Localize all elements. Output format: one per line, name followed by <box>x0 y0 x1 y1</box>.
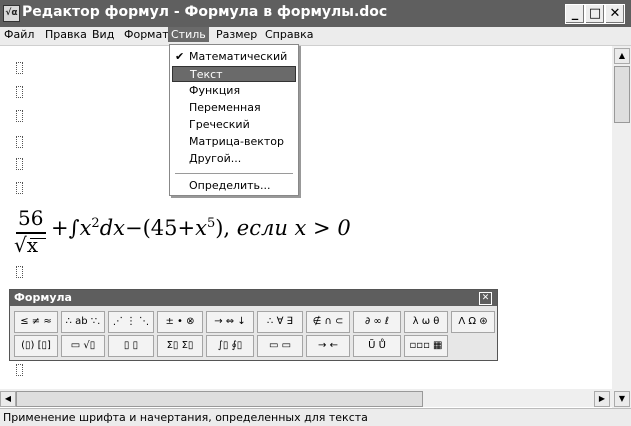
close-button[interactable]: ✕ <box>605 4 625 24</box>
formula-part: ), <box>215 216 237 240</box>
logic-palette-button[interactable]: ∴ ∀ ∃ <box>257 311 303 333</box>
formula[interactable]: 56 √x +∫x2dx−(45+x5), если x > 0 <box>14 206 351 264</box>
minimize-button[interactable]: _ <box>565 4 585 24</box>
fraction-denominator: √x <box>14 233 39 257</box>
matrices-palette-button[interactable]: ▫▫▫ ▦ <box>404 335 448 357</box>
set-theory-palette-button[interactable]: ∉ ∩ ⊂ <box>306 311 350 333</box>
condition: x > 0 <box>287 216 351 240</box>
vertical-scroll-thumb[interactable] <box>614 66 630 123</box>
menu-help[interactable]: Справка <box>265 28 313 41</box>
horizontal-scroll-thumb[interactable] <box>16 391 423 407</box>
bars-palette-button[interactable]: ▭ ▭ <box>257 335 303 357</box>
formula-part: −(45+ <box>124 216 196 240</box>
vertical-scrollbar[interactable]: ▲ ▼ <box>612 46 631 410</box>
menu-file[interactable]: Файл <box>4 28 34 41</box>
empty-slot[interactable] <box>16 136 23 148</box>
style-math-item[interactable]: ✔ Математический <box>172 49 296 65</box>
differential: dx <box>99 216 125 240</box>
palette-title-bar[interactable]: Формула ✕ <box>10 290 497 306</box>
style-matrix-vector-item[interactable]: Матрица-вектор <box>172 134 296 150</box>
products-palette-button[interactable]: Ũ Ů <box>353 335 401 357</box>
fraction-numerator: 56 <box>18 206 44 230</box>
palette-title: Формула <box>14 291 72 304</box>
style-text-item[interactable]: Текст <box>172 66 296 82</box>
relations-palette-button[interactable]: ≤ ≠ ≈ <box>14 311 58 333</box>
empty-slot[interactable] <box>16 158 23 170</box>
menu-size[interactable]: Размер <box>216 28 257 41</box>
empty-slot[interactable] <box>16 86 23 98</box>
maximize-button[interactable]: □ <box>585 4 605 24</box>
formula-editor-app-icon: √α <box>3 5 20 22</box>
misc-symbols-palette-button[interactable]: ∂ ∞ ℓ <box>353 311 401 333</box>
exponent: 2 <box>91 216 100 231</box>
plus-sign: + <box>51 216 69 240</box>
greek-upper-palette-button[interactable]: Λ Ω ⊛ <box>451 311 495 333</box>
embellishments-palette-button[interactable]: ⋰ ⋮ ⋱ <box>108 311 154 333</box>
menu-format[interactable]: Формат <box>124 28 169 41</box>
scroll-up-icon[interactable]: ▲ <box>614 48 630 64</box>
menu-bar: Файл Правка Вид Формат Стиль Размер Спра… <box>0 27 631 46</box>
checkmark-icon: ✔ <box>175 50 185 63</box>
style-function-item[interactable]: Функция <box>172 83 296 99</box>
condition-word: если <box>236 216 288 240</box>
status-bar: Применение шрифта и начертания, определе… <box>0 408 631 426</box>
horizontal-scrollbar[interactable]: ◀ ▶ <box>0 389 612 407</box>
style-greek-item[interactable]: Греческий <box>172 117 296 133</box>
empty-slot[interactable] <box>16 62 23 74</box>
scroll-left-icon[interactable]: ◀ <box>0 391 16 407</box>
formula-body: +∫x2dx−(45+x5), если x > 0 <box>51 216 351 240</box>
style-dropdown-menu: ✔ Математический Текст Функция Переменная… <box>169 44 299 196</box>
empty-slot[interactable] <box>16 266 23 278</box>
integral-sign: ∫ <box>68 216 80 240</box>
variable-x: x <box>195 216 207 240</box>
status-text: Применение шрифта и начертания, определе… <box>3 411 368 424</box>
subscripts-palette-button[interactable]: ▯ ▯ <box>108 335 154 357</box>
variable-x: x <box>79 216 92 240</box>
scroll-right-icon[interactable]: ▶ <box>594 391 610 407</box>
empty-slot[interactable] <box>16 110 23 122</box>
title-bar: √α Редактор формул - Формула в формулы.d… <box>0 0 631 27</box>
sqrt-overline <box>30 238 46 239</box>
labeled-arrows-palette-button[interactable]: → ← <box>306 335 350 357</box>
formula-palette: Формула ✕ ≤ ≠ ≈ ∴ ab ∵. ⋰ ⋮ ⋱ ± • ⊗ → ⇔ … <box>9 289 498 361</box>
style-variable-item[interactable]: Переменная <box>172 100 296 116</box>
empty-slot[interactable] <box>16 364 23 376</box>
spaces-palette-button[interactable]: ∴ ab ∵. <box>61 311 105 333</box>
window-title: Редактор формул - Формула в формулы.doc <box>22 4 388 20</box>
exponent: 5 <box>206 216 216 231</box>
menu-view[interactable]: Вид <box>92 28 114 41</box>
arrows-palette-button[interactable]: → ⇔ ↓ <box>206 311 254 333</box>
fractions-radicals-palette-button[interactable]: ▭ √▯ <box>61 335 105 357</box>
integrals-palette-button[interactable]: ∫▯ ∮▯ <box>206 335 254 357</box>
fences-palette-button[interactable]: (▯) [▯] <box>14 335 58 357</box>
menu-separator <box>175 173 293 174</box>
summations-palette-button[interactable]: Σ▯ Σ▯ <box>157 335 203 357</box>
style-define-item[interactable]: Определить... <box>172 178 296 194</box>
greek-lower-palette-button[interactable]: λ ω θ <box>404 311 448 333</box>
menu-edit[interactable]: Правка <box>45 28 87 41</box>
style-other-item[interactable]: Другой... <box>172 151 296 167</box>
scroll-down-icon[interactable]: ▼ <box>614 391 630 407</box>
operators-palette-button[interactable]: ± • ⊗ <box>157 311 203 333</box>
menu-style[interactable]: Стиль <box>168 27 209 42</box>
palette-close-icon[interactable]: ✕ <box>479 292 492 305</box>
empty-slot[interactable] <box>16 182 23 194</box>
